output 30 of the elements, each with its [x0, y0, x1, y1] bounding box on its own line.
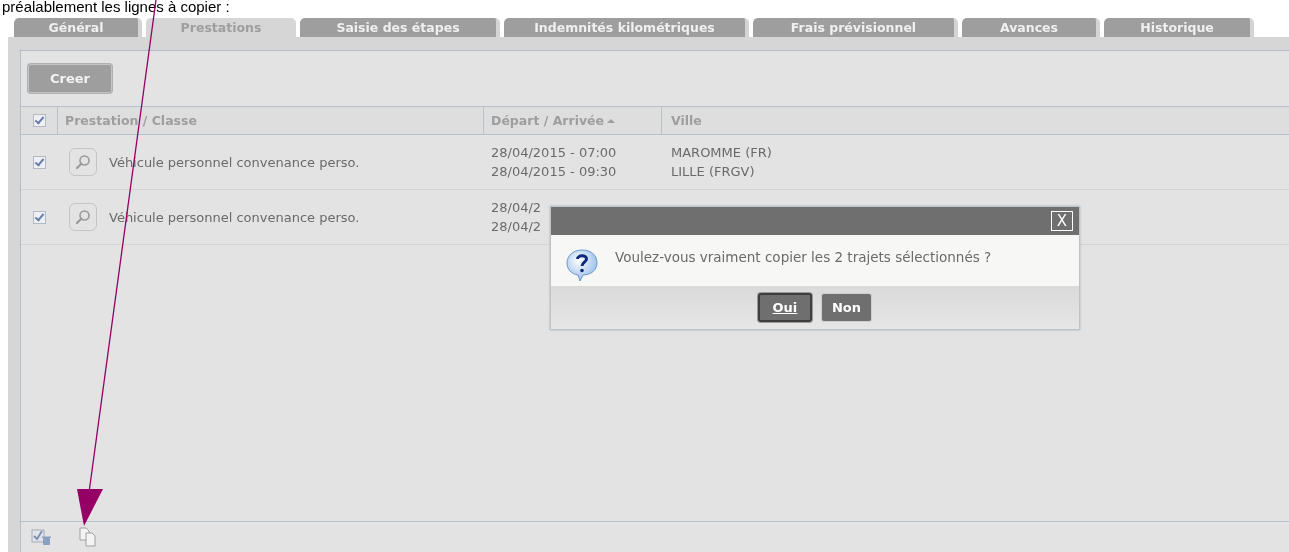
column-header[interactable]: Ville — [671, 113, 702, 128]
tab[interactable]: Général — [14, 18, 142, 37]
search-icon[interactable] — [69, 148, 97, 176]
create-button[interactable]: Creer — [28, 64, 112, 93]
checked-delete-icon[interactable] — [31, 528, 51, 546]
city-text: MAROMME (FR) — [671, 145, 773, 160]
column-header[interactable]: Prestation / Classe — [65, 113, 197, 128]
date-time-text: 28/04/2 — [491, 200, 543, 215]
date-time-text: 28/04/2015 - 07:00 — [491, 145, 618, 160]
tab[interactable]: Frais prévisionnel — [753, 18, 958, 37]
tab[interactable]: Indemnités kilométriques — [504, 18, 749, 37]
select-all-checkbox[interactable] — [32, 114, 46, 127]
search-icon[interactable] — [69, 203, 97, 231]
row-checkbox[interactable] — [33, 155, 46, 169]
close-button[interactable]: X — [1051, 211, 1073, 231]
sort-arrow-icon[interactable] — [607, 118, 616, 123]
tab[interactable]: Avances — [962, 18, 1100, 37]
dialog-button[interactable]: Oui — [757, 293, 812, 322]
tab[interactable]: Prestations — [146, 18, 296, 39]
dialog-button[interactable]: Non — [820, 293, 873, 322]
row-checkbox[interactable] — [33, 210, 46, 224]
city-text: LILLE (FRGV) — [671, 164, 756, 179]
tab[interactable]: Saisie des étapes — [300, 18, 500, 37]
column-header[interactable]: Départ / Arrivée — [491, 113, 605, 128]
date-time-text: 28/04/2015 - 09:30 — [491, 164, 618, 179]
copy-icon[interactable] — [79, 527, 97, 547]
date-time-text: 28/04/2 — [491, 219, 543, 234]
tab[interactable]: Historique — [1104, 18, 1254, 37]
question-icon — [564, 246, 600, 283]
dialog-message: Voulez-vous vraiment copier les 2 trajets sélectionnés ? — [615, 248, 992, 265]
